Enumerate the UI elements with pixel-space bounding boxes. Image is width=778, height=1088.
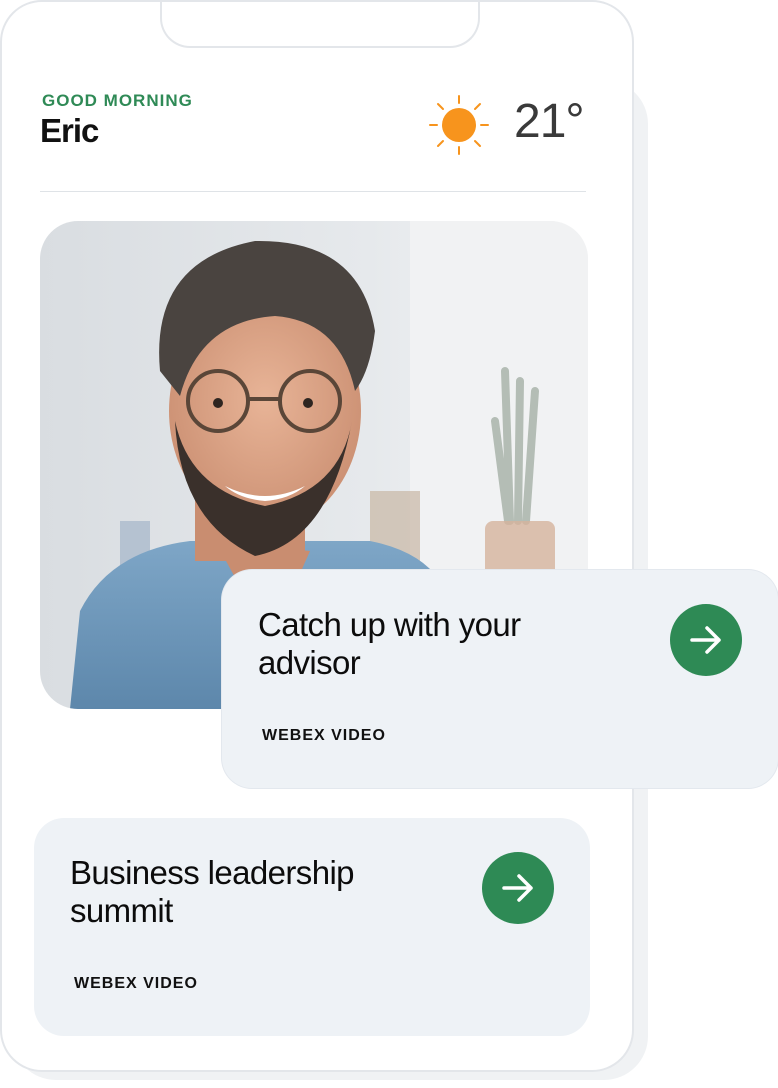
summit-card[interactable]: Business leadership summit WEBEX VIDEO bbox=[34, 818, 590, 1036]
arrow-right-icon bbox=[690, 626, 721, 654]
arrow-right-icon bbox=[502, 874, 533, 902]
advisor-card[interactable]: Catch up with your advisor WEBEX VIDEO bbox=[222, 570, 778, 788]
header-divider bbox=[40, 191, 586, 192]
card-title: Catch up with your advisor bbox=[258, 606, 521, 681]
temperature: 21° bbox=[514, 95, 585, 148]
greeting-text: GOOD MORNING bbox=[42, 91, 193, 110]
sun-icon bbox=[428, 94, 490, 156]
card-title: Business leadership summit bbox=[70, 854, 355, 929]
phone-notch bbox=[160, 2, 480, 48]
user-name: Eric bbox=[40, 112, 99, 149]
card-label: WEBEX VIDEO bbox=[262, 727, 386, 744]
open-advisor-button[interactable] bbox=[670, 604, 742, 676]
card-label: WEBEX VIDEO bbox=[74, 975, 198, 992]
open-summit-button[interactable] bbox=[482, 852, 554, 924]
